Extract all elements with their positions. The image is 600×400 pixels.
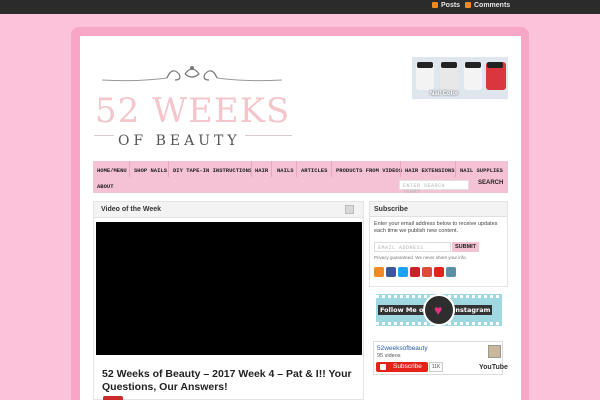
instagram-icon[interactable] [446,267,456,277]
pinterest-icon[interactable] [410,267,420,277]
jar-icon [464,62,482,90]
rss-icon [432,2,438,8]
nav-item-shop-nails[interactable]: SHOP NAILS [134,167,167,174]
nav-item-hair[interactable]: HAIR [255,167,268,174]
heart-badge: ♥ [423,294,455,326]
pinterest-save-button[interactable] [103,396,123,400]
comments-feed-link[interactable]: Comments [465,2,510,9]
comments-label: Comments [474,2,511,9]
video-title[interactable]: 52 Weeks of Beauty – 2017 Week 4 – Pat &… [102,368,357,394]
nav-item-home[interactable]: HOME/MENU [97,167,127,174]
widget-title: Video of the Week [101,206,162,213]
google-plus-icon[interactable] [422,267,432,277]
site-logo[interactable]: 52 WEEKS OF BEAUTY [92,60,292,155]
channel-name[interactable]: 52weeksofbeauty [377,345,428,352]
nav-item-products[interactable]: PRODUCTS FROM VIDEOS [336,167,402,174]
video-widget: Video of the Week 52 Weeks of Beauty – 2… [93,201,364,400]
video-player[interactable] [96,222,362,355]
nail-color-ad[interactable]: Nail Color [412,57,508,99]
rss-icon [465,2,471,8]
nav-separator [271,161,272,177]
ad-label: Nail Color [430,91,459,97]
instagram-banner[interactable]: Follow Me on Instagram ♥ [376,294,502,326]
subscribe-description: Enter your email address below to receiv… [374,221,498,234]
nav-separator [331,161,332,177]
logo-subtitle: OF BEAUTY [114,133,245,149]
widget-header: Video of the Week [94,202,363,218]
posts-label: Posts [441,2,461,9]
nav-item-hair-extensions[interactable]: HAIR EXTENSIONS [405,167,455,174]
rss-icon[interactable] [374,267,384,277]
nav-separator [129,161,130,177]
privacy-note: Privacy guaranteed. We never share your … [374,255,467,260]
nav-item-nail-supplies[interactable]: NAIL SUPPLIES [460,167,503,174]
youtube-logo[interactable]: YouTube [479,364,508,371]
nav-separator [251,161,252,177]
nav-item-diy[interactable]: DIY TAPE-IN INSTRUCTIONS [173,167,252,174]
top-bar: Posts Comments [0,0,600,14]
posts-feed-link[interactable]: Posts [432,2,460,9]
widget-header: Subscribe [370,202,507,217]
main-nav: HOME/MENU SHOP NAILS DIY TAPE-IN INSTRUC… [93,161,508,195]
search-button[interactable]: SEARCH [478,180,503,186]
twitter-icon[interactable] [398,267,408,277]
heart-icon: ♥ [434,302,443,318]
facebook-icon[interactable] [386,267,396,277]
youtube-widget: 52weeksofbeauty 95 videos Subscribe 11K … [373,341,508,375]
nav-separator [455,161,456,177]
instagram-text-right: Instagram [451,305,493,315]
submit-button[interactable]: SUBMIT [452,242,479,252]
nav-separator [168,161,169,177]
ornament-icon [101,66,283,82]
nav-item-articles[interactable]: ARTICLES [301,167,327,174]
subscribe-widget: Subscribe Enter your email address below… [369,201,508,287]
youtube-icon [380,364,386,370]
jar-icon [416,62,434,90]
youtube-subscribe-button[interactable]: Subscribe [376,362,428,372]
subscriber-count: 11K [429,362,443,372]
youtube-icon[interactable] [434,267,444,277]
nav-separator [400,161,401,177]
nav-item-nails[interactable]: NAILS [277,167,294,174]
widget-title: Subscribe [374,206,408,213]
subscribe-label: Subscribe [393,363,422,370]
nav-separator [296,161,297,177]
jar-icon [440,62,458,90]
thumbnail-icon[interactable] [345,205,354,214]
search-input[interactable]: ENTER SEARCH TERMS [399,180,469,195]
logo-title: 52 WEEKS [95,91,291,131]
nav-item-about[interactable]: ABOUT [97,183,114,190]
email-field[interactable]: EMAIL ADDRESS [374,242,451,252]
avatar[interactable] [488,345,501,358]
video-count: 95 videos [377,353,401,359]
jar-icon [486,62,506,90]
